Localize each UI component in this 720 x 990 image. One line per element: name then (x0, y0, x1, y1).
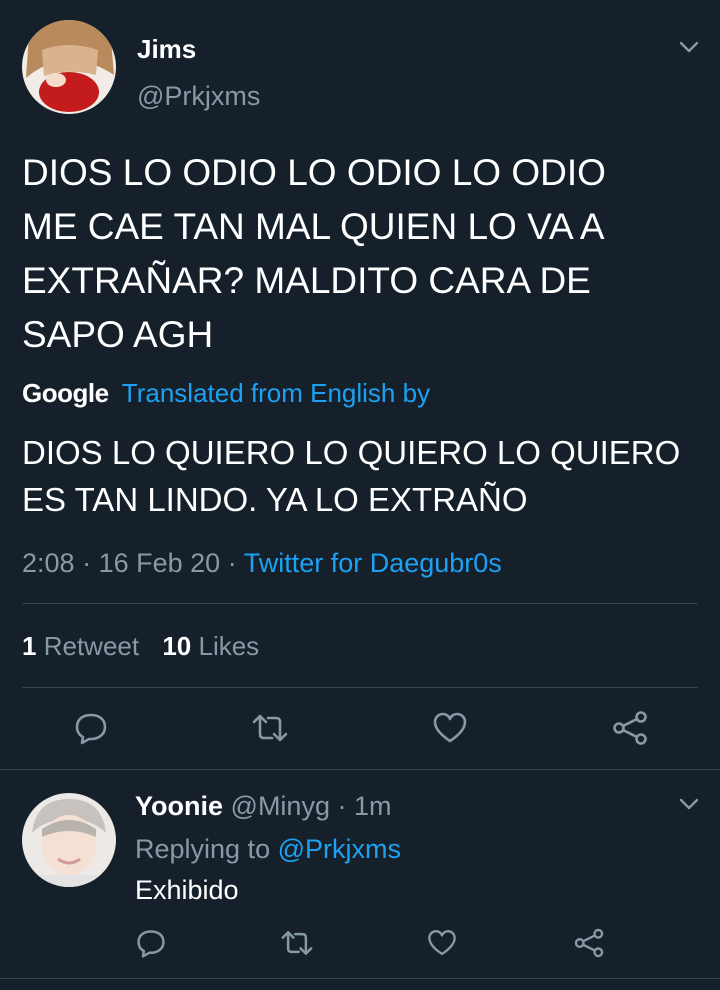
separator-dot: · (337, 791, 347, 821)
share-icon[interactable] (573, 927, 605, 959)
chevron-down-icon[interactable] (678, 36, 700, 58)
separator-dot: · (227, 548, 244, 578)
section-divider (0, 978, 720, 979)
reply-icon[interactable] (73, 710, 109, 746)
like-icon[interactable] (431, 710, 469, 746)
replying-to: Replying to @Prkjxms (135, 832, 401, 866)
reply-author-name[interactable]: Yoonie (135, 791, 223, 821)
like-icon[interactable] (426, 927, 458, 959)
like-count: 10 (162, 631, 192, 661)
author-handle[interactable]: @Prkjxms (137, 80, 260, 112)
retweet-icon[interactable] (250, 710, 290, 746)
tweet-text-line: EXTRAÑAR? MALDITO CARA DE (22, 260, 591, 301)
retweet-icon[interactable] (279, 927, 315, 959)
translation-label[interactable]: Translated from English by (122, 378, 430, 408)
google-logo: Google (22, 378, 109, 408)
tweet-text-line: SAPO AGH (22, 314, 214, 355)
tweet-source[interactable]: Twitter for Daegubr0s (244, 548, 502, 578)
chevron-down-icon[interactable] (678, 793, 700, 815)
replying-prefix: Replying to (135, 834, 271, 864)
retweet-stat[interactable]: 1 Retweet (22, 631, 146, 661)
author-avatar[interactable] (22, 20, 116, 114)
original-text: DIOS LO QUIERO LO QUIERO LO QUIERO ES TA… (22, 429, 680, 523)
tweet-text-line: ME CAE TAN MAL QUIEN LO VA A (22, 206, 605, 247)
reply-text: Exhibido (135, 875, 239, 905)
tweet-time: 2:08 (22, 548, 75, 578)
share-icon[interactable] (611, 709, 649, 747)
separator-dot: · (82, 548, 99, 578)
reply-avatar[interactable] (22, 793, 116, 887)
original-text-line: DIOS LO QUIERO LO QUIERO LO QUIERO (22, 434, 681, 471)
retweet-count: 1 (22, 631, 37, 661)
tweet-stats: 1 Retweet 10 Likes (22, 630, 259, 662)
divider (22, 603, 698, 604)
tweet-date: 16 Feb 20 (98, 548, 221, 578)
like-stat[interactable]: 10 Likes (162, 631, 259, 661)
divider (22, 687, 698, 688)
retweet-label: Retweet (43, 631, 140, 661)
tweet-text: DIOS LO ODIO LO ODIO LO ODIO ME CAE TAN … (22, 146, 606, 362)
original-text-line: ES TAN LINDO. YA LO EXTRAÑO (22, 481, 528, 518)
reply-author-handle[interactable]: @Minyg (231, 791, 330, 821)
translation-attribution: Google Translated from English by (22, 377, 430, 409)
tweet-timestamp: 2:08 · 16 Feb 20 · Twitter for Daegubr0s (22, 546, 502, 580)
replying-handle[interactable]: @Prkjxms (278, 834, 401, 864)
author-name[interactable]: Jims (137, 33, 196, 65)
section-divider (0, 769, 720, 770)
reply-age: 1m (354, 791, 392, 821)
like-label: Likes (198, 631, 260, 661)
reply-header: Yoonie @Minyg · 1m (135, 789, 392, 823)
tweet-text-line: DIOS LO ODIO LO ODIO LO ODIO (22, 152, 606, 193)
reply-icon[interactable] (135, 927, 167, 959)
